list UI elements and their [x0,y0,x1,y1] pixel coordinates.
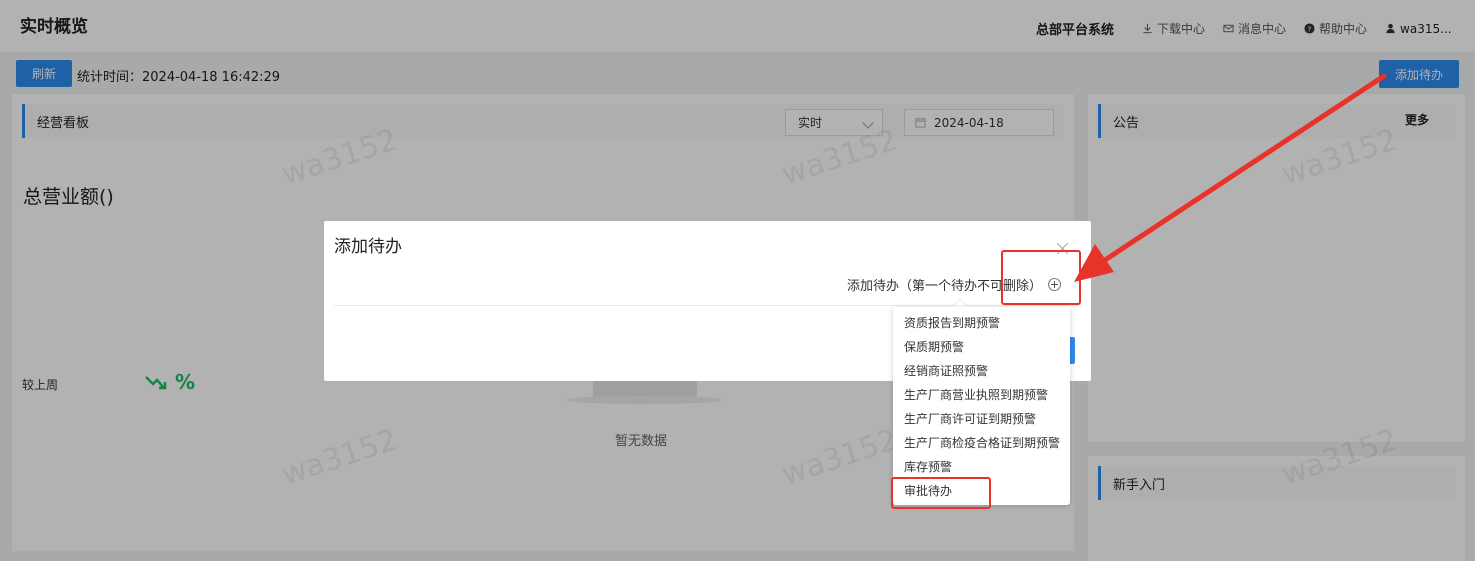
annotation-arrow [1074,73,1387,282]
